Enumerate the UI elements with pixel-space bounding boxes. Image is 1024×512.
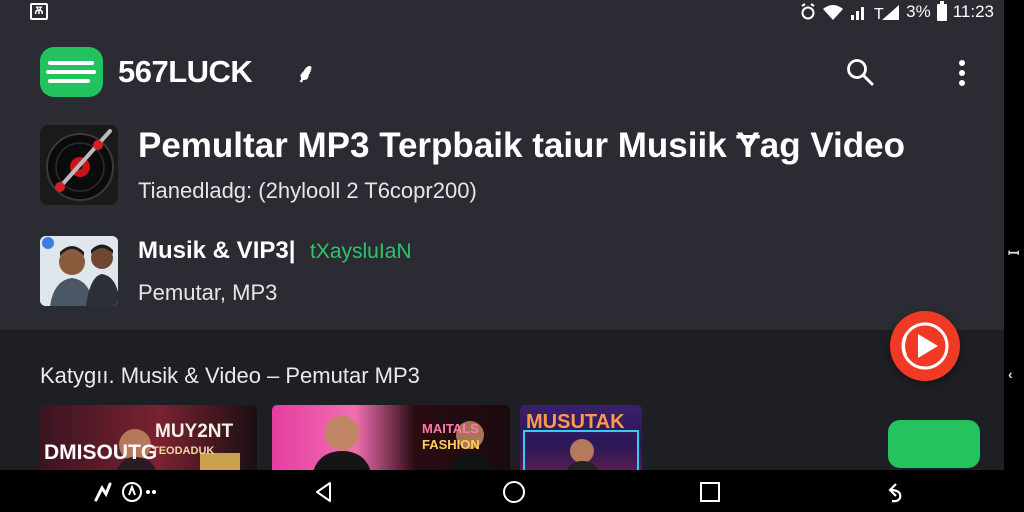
item-tag: tXaysluIaN <box>310 240 412 263</box>
card-label-secondary: DMISOUTG <box>44 441 158 464</box>
home-icon[interactable] <box>502 480 526 504</box>
card-label-tertiary: TEODADUK <box>152 445 215 457</box>
category-card[interactable]: MUY2NT DMISOUTG TEODADUK <box>40 405 257 470</box>
logo-icon[interactable] <box>40 47 103 97</box>
svg-text:T: T <box>874 6 884 21</box>
play-icon <box>901 322 949 370</box>
more-options-icon[interactable] <box>950 58 974 88</box>
search-icon[interactable] <box>846 58 874 86</box>
card-label: MAITALS <box>422 421 479 436</box>
verified-badge-icon <box>42 237 54 249</box>
edge-strip: ꟷ ‹ <box>1004 0 1024 470</box>
card-label: MUSUTAK <box>526 411 625 433</box>
battery-icon <box>936 0 947 21</box>
app-brand: 567LUCK <box>118 54 253 89</box>
category-card[interactable]: MUSUTAK <box>520 405 642 470</box>
section-title: Katygıı. Musik & Video – Pemutar MP3 <box>40 363 420 388</box>
vinyl-record-icon <box>40 125 118 205</box>
status-bar: Ѫ T 3% 11:23 <box>0 0 1004 24</box>
item-subtitle: Tianedladg: (2hylooll 2 T6copr200) <box>138 178 477 203</box>
green-action-button[interactable] <box>888 420 980 468</box>
category-section: Katygıı. Musik & Video – Pemutar MP3 MUY… <box>0 330 1004 470</box>
navigation-bar <box>0 470 1024 512</box>
alarm-icon <box>801 3 815 20</box>
rotate-icon[interactable] <box>882 480 906 504</box>
status-right: T 3% 11:23 <box>800 0 994 22</box>
recents-icon[interactable] <box>698 480 722 504</box>
card-label-secondary: FASHION <box>422 437 480 452</box>
wifi-icon <box>823 4 844 20</box>
category-card[interactable]: MAITALS FASHION <box>272 405 510 470</box>
card-label: MUY2NT <box>155 421 234 442</box>
assistant-icon[interactable] <box>92 480 116 504</box>
item-title[interactable]: Musik & VIP3| <box>138 237 295 265</box>
clock: 11:23 <box>952 2 994 21</box>
app-bar: 567LUCK ⸙ <box>0 40 1004 104</box>
back-icon[interactable] <box>312 480 336 504</box>
notification-icon: Ѫ <box>30 3 48 20</box>
item-subtitle: Pemutar, MP3 <box>138 280 278 305</box>
battery-percent: 3% <box>906 2 931 21</box>
edge-chevron-icon[interactable]: ‹ <box>1008 366 1013 382</box>
edge-glyph: ꟷ <box>1008 245 1020 261</box>
item-title[interactable]: Pemultar MP3 Terpbaik taiur Musiik Ɏag V… <box>138 126 905 166</box>
media-icon[interactable] <box>120 480 160 504</box>
signal-full-icon: T <box>874 4 900 21</box>
vinyl-thumbnail[interactable] <box>40 125 118 205</box>
app-screen: Ѫ T 3% 11:23 567LUCK ⸙ Pemultar MP3 Terp… <box>0 0 1004 470</box>
play-fab[interactable] <box>890 311 960 381</box>
signal-icon <box>851 6 865 20</box>
share-icon[interactable]: ⸙ <box>296 54 316 90</box>
